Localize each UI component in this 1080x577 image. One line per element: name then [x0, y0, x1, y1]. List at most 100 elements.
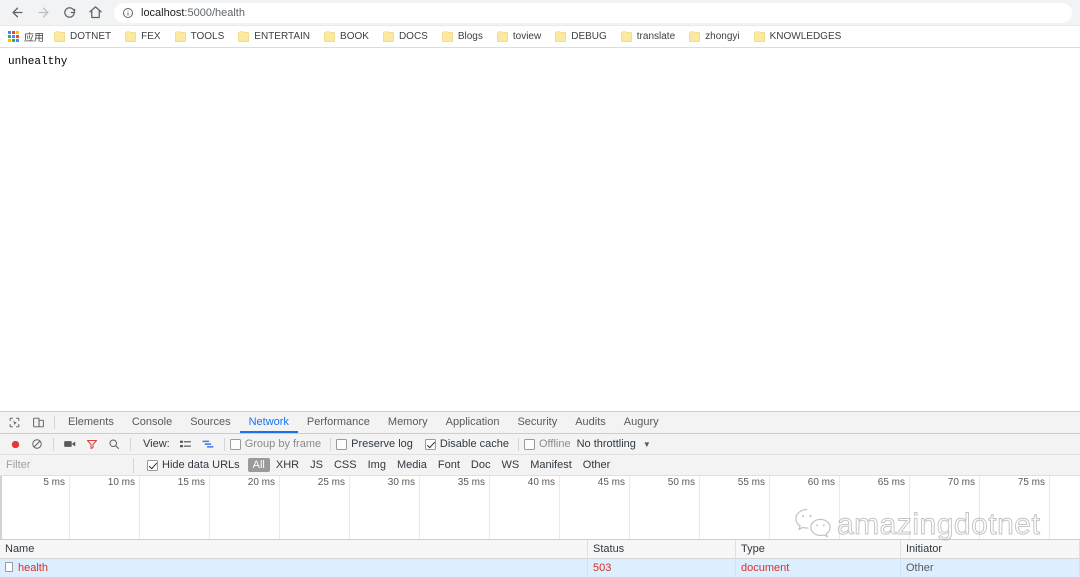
search-magnifier-icon[interactable]: [103, 435, 125, 453]
url-path: :5000/health: [184, 6, 245, 19]
devtools-tab-elements[interactable]: Elements: [59, 412, 123, 433]
folder-icon: [753, 30, 765, 42]
devtools-tab-application[interactable]: Application: [437, 412, 509, 433]
forward-icon[interactable]: [30, 2, 56, 24]
column-header-initiator[interactable]: Initiator: [901, 539, 1080, 559]
folder-icon: [382, 30, 394, 42]
view-label: View:: [143, 438, 170, 450]
bookmark-label: DEBUG: [571, 31, 607, 42]
bookmark-label: ENTERTAIN: [254, 31, 311, 42]
filter-type-js[interactable]: JS: [305, 458, 328, 472]
home-icon[interactable]: [82, 2, 108, 24]
folder-icon: [54, 30, 65, 42]
info-circle-icon[interactable]: [122, 7, 134, 19]
toolbar-divider-3: [223, 437, 225, 451]
timeline-tick: 75 ms: [980, 476, 1050, 539]
back-icon[interactable]: [4, 2, 30, 24]
bookmark-label: FEX: [141, 31, 161, 42]
cell-name[interactable]: health: [0, 559, 588, 577]
disable-cache-box: [424, 438, 436, 450]
network-overview-timeline[interactable]: 5 ms 10 ms 15 ms 20 ms 25 ms 30 ms 35 ms 40 ms 4…: [0, 476, 1080, 540]
list-view-icon[interactable]: [175, 435, 197, 453]
bookmark-item[interactable]: toview: [496, 30, 542, 42]
apps-grid-icon: [8, 31, 19, 42]
devtools-tab-augury[interactable]: Augury: [615, 412, 668, 433]
toolbar-divider-1: [53, 437, 54, 451]
toolbar-divider-2: [130, 437, 131, 451]
address-bar[interactable]: localhost:5000/health: [114, 2, 1072, 23]
preserve-log-checkbox[interactable]: Preserve log: [336, 438, 413, 450]
bookmark-item[interactable]: BOOK: [324, 30, 369, 42]
devtools-tab-audits[interactable]: Audits: [566, 412, 615, 433]
filter-type-media[interactable]: Media: [392, 458, 432, 472]
bookmark-item[interactable]: zhongyi: [689, 30, 740, 42]
filter-type-xhr[interactable]: XHR: [271, 458, 304, 472]
devtools-tab-performance[interactable]: Performance: [298, 412, 379, 433]
filter-input[interactable]: [4, 457, 134, 473]
column-header-type[interactable]: Type: [736, 539, 901, 559]
bookmark-item[interactable]: ENTERTAIN: [238, 30, 311, 42]
bookmark-item[interactable]: Blogs: [441, 30, 483, 42]
column-header-status[interactable]: Status: [588, 539, 736, 559]
filter-type-css[interactable]: CSS: [329, 458, 362, 472]
funnel-filter-icon[interactable]: [81, 435, 103, 453]
filter-type-doc[interactable]: Doc: [466, 458, 496, 472]
filter-type-all[interactable]: All: [247, 458, 270, 472]
chevron-down-icon[interactable]: ▼: [643, 440, 651, 449]
preserve-log-box: [336, 438, 348, 450]
cell-status: 503: [588, 559, 736, 577]
bookmark-label: zhongyi: [705, 31, 740, 42]
record-circle-icon[interactable]: [4, 435, 26, 453]
filter-type-img[interactable]: Img: [363, 458, 391, 472]
reload-icon[interactable]: [56, 2, 82, 24]
page-viewport: unhealthy: [0, 48, 1080, 400]
column-header-name[interactable]: Name: [0, 539, 588, 559]
devtools-tab-console[interactable]: Console: [123, 412, 181, 433]
disable-cache-checkbox[interactable]: Disable cache: [424, 438, 509, 450]
bookmark-item[interactable]: DOTNET: [54, 30, 112, 42]
devtools-tab-network[interactable]: Network: [239, 412, 298, 433]
bookmark-item[interactable]: translate: [620, 30, 675, 42]
requests-table-header: Name Status Type Initiator: [0, 539, 1080, 559]
clear-no-entry-icon[interactable]: [26, 435, 48, 453]
group-by-frame-checkbox[interactable]: Group by frame: [229, 438, 322, 450]
device-toolbar-icon[interactable]: [26, 412, 50, 433]
bookmark-label: TOOLS: [190, 31, 225, 42]
bookmarks-bar: 应用 DOTNET FEX TOOLS ENTERTAIN BOOK DOCS Blogs t…: [0, 26, 1080, 48]
bookmark-item[interactable]: KNOWLEDGES: [753, 30, 841, 42]
filter-type-other[interactable]: Other: [578, 458, 616, 472]
bookmark-item[interactable]: DOCS: [382, 30, 428, 42]
tabbar-divider: [54, 416, 55, 429]
throttling-value[interactable]: No throttling: [577, 438, 636, 450]
inspect-element-icon[interactable]: [2, 412, 26, 433]
hide-data-urls-checkbox[interactable]: Hide data URLs: [147, 459, 240, 471]
devtools-tab-security[interactable]: Security: [508, 412, 566, 433]
group-by-frame-label: Group by frame: [244, 438, 322, 450]
bookmark-item[interactable]: DEBUG: [555, 30, 607, 42]
devtools-tab-sources[interactable]: Sources: [181, 412, 239, 433]
timeline-tick: 40 ms: [490, 476, 560, 539]
filter-type-manifest[interactable]: Manifest: [525, 458, 577, 472]
filter-type-ws[interactable]: WS: [496, 458, 524, 472]
folder-icon: [324, 30, 336, 42]
bookmark-label: DOCS: [398, 31, 428, 42]
table-row[interactable]: health 503 document Other: [0, 559, 1080, 577]
cell-initiator: Other: [901, 559, 1080, 577]
waterfall-view-icon[interactable]: [197, 435, 219, 453]
offline-checkbox[interactable]: Offline: [523, 438, 571, 450]
url-host: localhost: [141, 6, 185, 19]
devtools-tabbar: Elements Console Sources Network Performance…: [0, 412, 1080, 434]
filter-type-font[interactable]: Font: [433, 458, 465, 472]
camera-film-icon[interactable]: [59, 435, 81, 453]
folder-icon: [174, 30, 186, 42]
bookmark-item[interactable]: FEX: [125, 30, 161, 42]
apps-shortcut[interactable]: 应用: [8, 29, 44, 44]
devtools-tab-memory[interactable]: Memory: [379, 412, 437, 433]
folder-icon: [238, 30, 250, 42]
bookmark-label: toview: [512, 31, 542, 42]
bookmark-label: DOTNET: [70, 31, 112, 42]
bookmark-item[interactable]: TOOLS: [174, 30, 225, 42]
browser-toolbar: localhost:5000/health: [0, 0, 1080, 26]
timeline-tick: 5 ms: [0, 476, 70, 539]
timeline-tick: 70 ms: [910, 476, 980, 539]
